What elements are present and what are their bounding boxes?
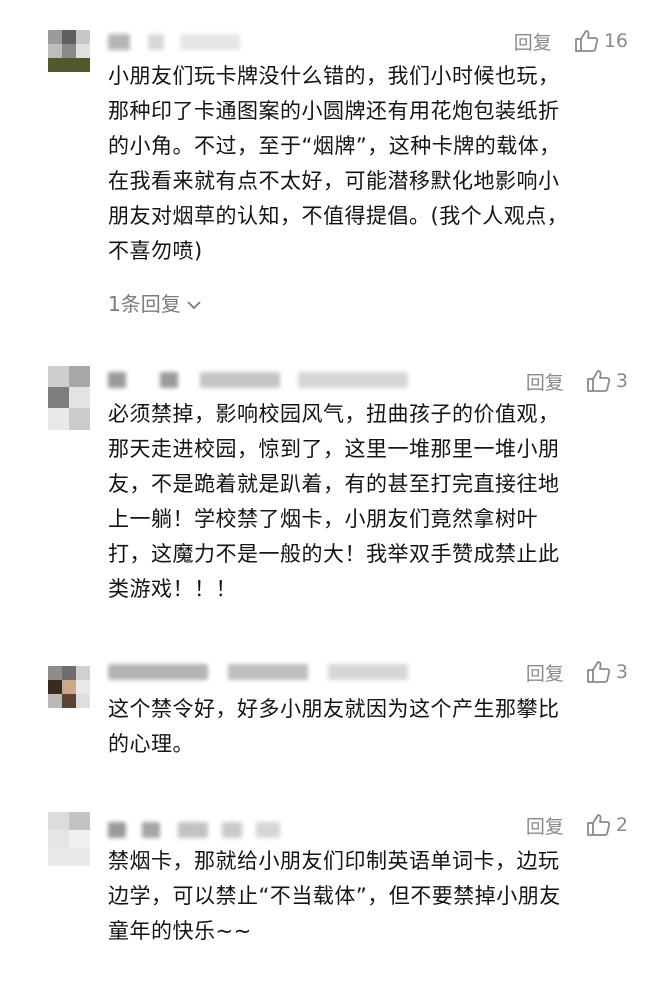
like-count: 3: [615, 661, 628, 683]
reply-button[interactable]: 回复: [514, 28, 552, 55]
like-button[interactable]: 3: [586, 369, 628, 393]
like-button[interactable]: 3: [586, 660, 628, 684]
comment-text: 必须禁掉，影响校园风气，扭曲孩子的价值观， 那天走进校园，惊到了，这里一堆那里一…: [108, 402, 560, 601]
avatar[interactable]: [48, 666, 90, 708]
thumbs-up-icon: [586, 660, 612, 684]
like-count: 2: [615, 814, 628, 836]
comment-actions: 回复 3: [526, 366, 628, 396]
comment-actions: 回复 2: [526, 810, 628, 840]
comment-text: 禁烟卡，那就给小朋友们印制英语单词卡，边玩 边学，可以禁止“不当载体”，但不要禁…: [108, 849, 561, 943]
reply-button[interactable]: 回复: [526, 812, 564, 839]
like-button[interactable]: 2: [586, 813, 628, 837]
avatar[interactable]: [48, 30, 90, 72]
reply-button[interactable]: 回复: [526, 368, 564, 395]
thumbs-up-icon: [574, 29, 600, 53]
avatar[interactable]: [48, 812, 90, 866]
username-blurred[interactable]: [108, 372, 408, 392]
username-blurred[interactable]: [108, 664, 408, 684]
like-button[interactable]: 16: [574, 29, 628, 53]
username-blurred[interactable]: [108, 822, 288, 842]
like-count: 16: [603, 30, 628, 52]
like-count: 3: [615, 370, 628, 392]
comment-text: 小朋友们玩卡牌没什么错的，我们小时候也玩， 那种印了卡通图案的小圆牌还有用花炮包…: [108, 64, 569, 263]
avatar[interactable]: [48, 366, 90, 430]
comment-actions: 回复 16: [514, 26, 628, 56]
comment-text: 这个禁令好，好多小朋友就因为这个产生那攀比 的心理。: [108, 697, 560, 756]
thumbs-up-icon: [586, 369, 612, 393]
chevron-down-icon: [187, 291, 201, 315]
username-blurred[interactable]: [108, 34, 328, 54]
thumbs-up-icon: [586, 813, 612, 837]
view-replies-link[interactable]: 1条回复: [108, 288, 201, 317]
reply-button[interactable]: 回复: [526, 659, 564, 686]
comment-actions: 回复 3: [526, 657, 628, 687]
replies-count-label: 1条回复: [108, 292, 181, 316]
